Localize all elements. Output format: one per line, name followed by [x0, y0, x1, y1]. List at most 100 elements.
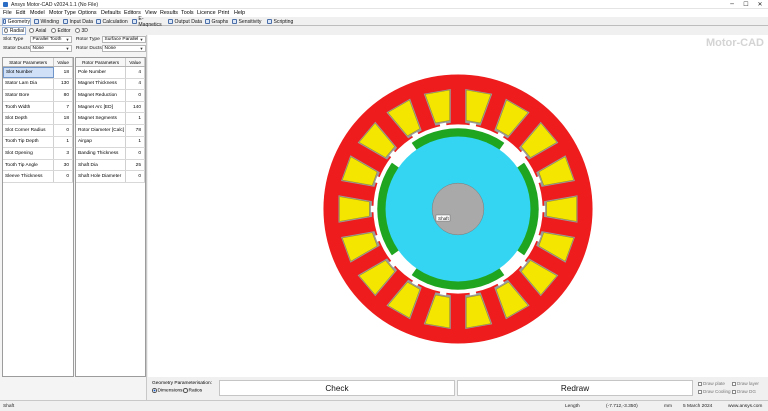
- table-row[interactable]: Airgap 1: [76, 136, 145, 149]
- slot-opening: [539, 205, 546, 213]
- sensitivity-icon: [232, 19, 237, 24]
- radio-selected-icon: [152, 388, 157, 393]
- table-row[interactable]: Magnet Reduction 0: [76, 90, 145, 102]
- table-row[interactable]: Magnet Segments 1: [76, 113, 145, 125]
- tab-graphs[interactable]: Graphs: [205, 18, 230, 26]
- motor-cross-section-view[interactable]: Motor-CAD Shaft: [148, 35, 768, 377]
- checkbox-icon: [698, 381, 702, 386]
- editor-icon: [51, 28, 56, 33]
- table-row[interactable]: Magnet Thickness 4: [76, 78, 145, 91]
- window-title: Ansys Motor-CAD v2024.1.1 (No File): [11, 1, 99, 8]
- menu-bar: File Edit Model Motor Type Options Defau…: [0, 9, 768, 17]
- menu-print[interactable]: Print: [218, 10, 229, 16]
- table-row[interactable]: Tooth Width 7: [3, 101, 73, 114]
- table-row[interactable]: Rotor Diameter [Calc] 78: [76, 124, 145, 137]
- tab-sensitivity[interactable]: Sensitivity: [232, 18, 265, 26]
- menu-edit[interactable]: Edit: [16, 10, 25, 16]
- status-bar: Shaft Length (-7.712,-3.350) mm 5 March …: [0, 400, 768, 411]
- tab-radial[interactable]: Radial: [2, 26, 26, 35]
- check-button[interactable]: Check: [219, 380, 455, 396]
- draw-layer-checkbox[interactable]: Draw layer: [732, 381, 759, 386]
- geometry-controls: Geometry Parameterisation: Dimensions Ra…: [148, 377, 768, 400]
- column-header: Stator Parameters: [3, 58, 55, 66]
- input-data-icon: [63, 19, 68, 24]
- column-header: Value: [54, 58, 73, 66]
- rotor-parameter-table: Rotor Parameters Value Pole Number 4 Magn…: [75, 57, 146, 377]
- menu-model[interactable]: Model: [30, 10, 45, 16]
- chevron-down-icon: ▼: [65, 46, 70, 51]
- tab-3d[interactable]: 3D: [74, 27, 92, 35]
- chevron-down-icon: ▼: [139, 37, 144, 42]
- tab-calculation[interactable]: Calculation: [96, 18, 130, 26]
- tab-axial[interactable]: Axial: [28, 27, 48, 35]
- tab-scripting[interactable]: Scripting: [267, 18, 296, 26]
- geometry-sub-tab-bar: Radial Axial Editor 3D: [0, 26, 147, 35]
- draw-dg-checkbox[interactable]: Draw DG: [732, 389, 756, 394]
- 3d-icon: [75, 28, 80, 33]
- motor-drawing[interactable]: Shaft: [148, 35, 768, 377]
- slot-type-select[interactable]: Parallel Tooth ▼: [30, 36, 72, 43]
- menu-tools[interactable]: Tools: [181, 10, 194, 16]
- chevron-down-icon: ▼: [65, 37, 70, 42]
- redraw-button[interactable]: Redraw: [457, 380, 693, 396]
- tab-output-data[interactable]: Output Data: [168, 18, 203, 26]
- radio-dimensions[interactable]: Dimensions: [152, 388, 183, 394]
- menu-file[interactable]: File: [3, 10, 12, 16]
- draw-cooling-checkbox[interactable]: Draw Cooling: [698, 389, 731, 394]
- maximize-button[interactable]: ☐: [739, 0, 753, 9]
- draw-plate-checkbox[interactable]: Draw plate: [698, 381, 725, 386]
- table-row[interactable]: Magnet Arc [ED] 140: [76, 101, 145, 114]
- table-row[interactable]: Banding Thickness 0: [76, 148, 145, 160]
- geometry-icon: [3, 19, 7, 24]
- calculation-icon: [96, 19, 101, 24]
- table-row[interactable]: Pole Number 4: [76, 67, 145, 79]
- table-header: Rotor Parameters Value: [76, 58, 145, 67]
- tab-winding[interactable]: Winding: [34, 18, 61, 26]
- output-data-icon: [168, 19, 173, 24]
- table-row[interactable]: Shaft Dia 25: [76, 159, 145, 172]
- status-selected-object: Shaft: [3, 403, 15, 409]
- radio-ratios[interactable]: Ratios: [183, 388, 202, 394]
- table-row[interactable]: Sleeve Thickness 0: [3, 171, 73, 183]
- menu-motor-type[interactable]: Motor Type: [49, 10, 76, 16]
- emagnetics-icon: [132, 19, 137, 24]
- table-row[interactable]: Tooth Tip Angle 30: [3, 159, 73, 172]
- rotor-type-select[interactable]: Surface Parallel ▼: [102, 36, 146, 43]
- menu-help[interactable]: Help: [234, 10, 245, 16]
- menu-options[interactable]: Options: [78, 10, 97, 16]
- minimize-button[interactable]: ─: [725, 0, 739, 9]
- checkbox-icon: [732, 389, 736, 394]
- shaft[interactable]: [431, 182, 485, 236]
- table-row[interactable]: Slot Depth 18: [3, 113, 73, 125]
- table-header: Stator Parameters Value: [3, 58, 73, 67]
- tab-editor[interactable]: Editor: [50, 27, 72, 35]
- shaft-tooltip: Shaft: [438, 216, 449, 221]
- table-row[interactable]: Stator Lam Dia 130: [3, 78, 73, 91]
- tab-geometry[interactable]: Geometry: [2, 17, 31, 26]
- table-row[interactable]: Slot Corner Radius 0: [3, 124, 73, 137]
- menu-licence[interactable]: Licence: [197, 10, 216, 16]
- table-row[interactable]: Stator Bore 80: [3, 90, 73, 102]
- menu-defaults[interactable]: Defaults: [101, 10, 121, 16]
- table-row[interactable]: Tooth Tip Depth 1: [3, 136, 73, 149]
- radio-icon: [183, 388, 188, 393]
- parameterisation-label: Geometry Parameterisation:: [152, 381, 212, 386]
- status-coordinates: (-7.712,-3.350): [606, 403, 638, 409]
- checkbox-icon: [698, 389, 702, 394]
- rotor-type-label: Rotor Type: [76, 37, 100, 42]
- column-header: Value: [126, 58, 145, 66]
- table-row[interactable]: Shaft Hole Diameter 0: [76, 171, 145, 183]
- axial-icon: [29, 28, 34, 33]
- close-button[interactable]: ✕: [753, 0, 767, 9]
- table-row[interactable]: Slot Number 18: [3, 67, 73, 79]
- tab-input-data[interactable]: Input Data: [63, 18, 94, 26]
- slot-type-label: Slot Type: [3, 37, 24, 42]
- stator-ducts-select[interactable]: None ▼: [30, 45, 72, 52]
- main-tab-bar: Geometry Winding Input Data Calculation …: [0, 16, 768, 28]
- status-units: mm: [664, 403, 672, 409]
- title-bar: Ansys Motor-CAD v2024.1.1 (No File) ─ ☐ …: [0, 0, 768, 9]
- graphs-icon: [205, 19, 210, 24]
- table-row[interactable]: Slot Opening 3: [3, 148, 73, 160]
- rotor-ducts-select[interactable]: None ▼: [102, 45, 146, 52]
- tab-e-magnetics[interactable]: E-Magnetics: [132, 16, 166, 28]
